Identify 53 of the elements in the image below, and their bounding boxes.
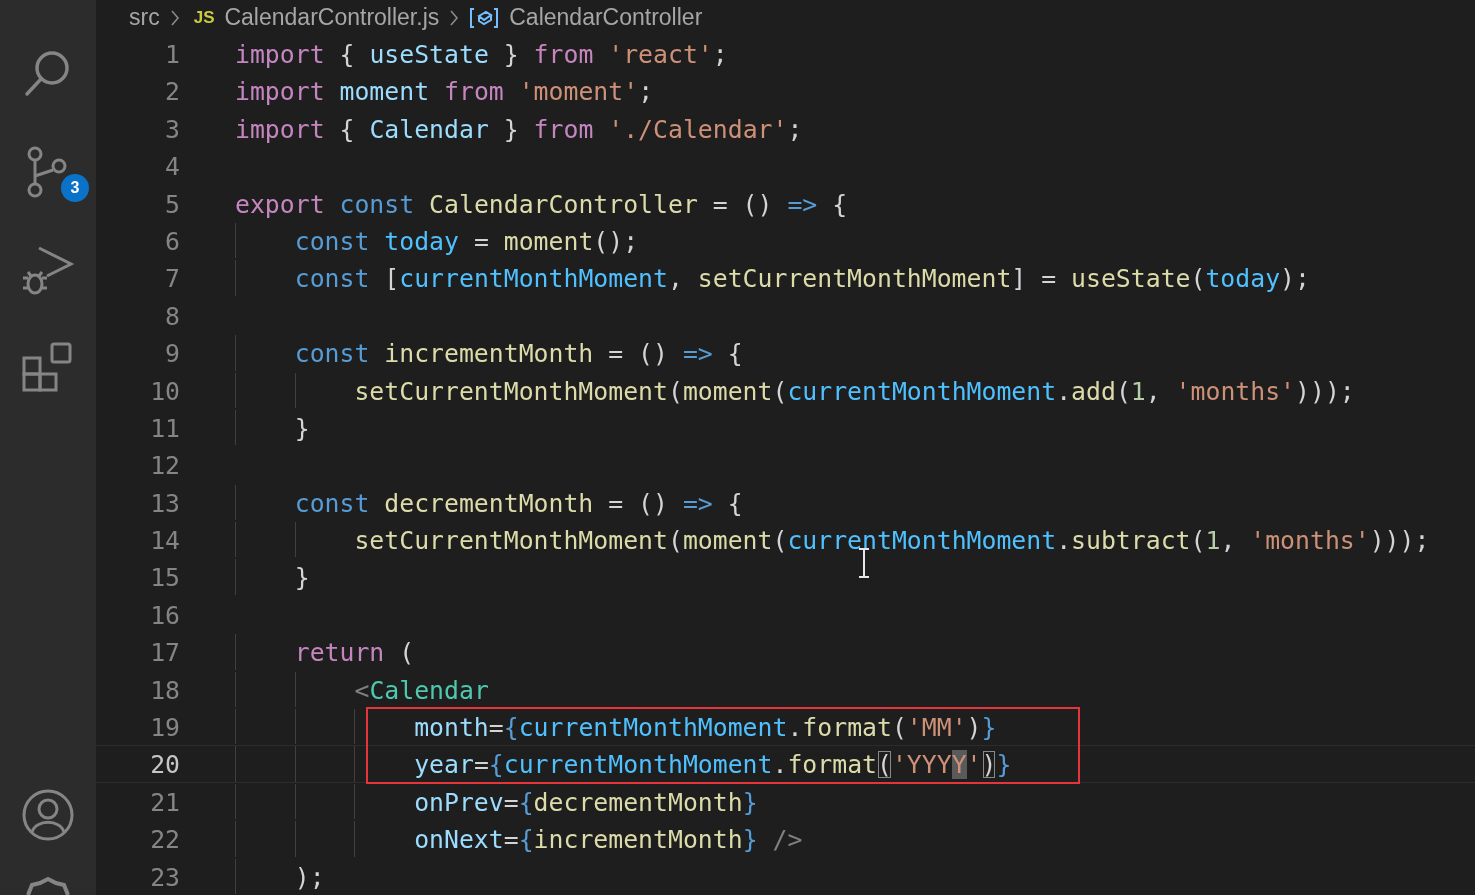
line-number: 7	[164, 263, 180, 296]
line-number: 5	[164, 188, 180, 221]
breadcrumb-item[interactable]: src	[129, 4, 160, 31]
line-number: 13	[149, 487, 180, 520]
line-number: 17	[149, 637, 180, 670]
notification-badge: 3	[61, 174, 89, 202]
code-line: export const CalendarController = () => {	[235, 189, 848, 219]
chevron-icon	[449, 8, 460, 27]
line-number: 21	[149, 786, 180, 819]
line-number: 22	[149, 824, 180, 857]
code-line: return (	[293, 638, 415, 668]
code-line: onPrev={decrementMonth}	[413, 787, 758, 817]
line-number: 9	[164, 338, 180, 371]
code-line: );	[293, 862, 325, 892]
line-number: 12	[149, 450, 180, 483]
code-line: setCurrentMonthMoment(moment(currentMonthMoment.subtract(1, 'months')));	[353, 526, 1430, 556]
line-number: 14	[149, 525, 180, 558]
code-line: import { useState } from 'react';	[235, 40, 728, 69]
code-line: const decrementMonth = () => {	[293, 488, 743, 518]
line-number: 11	[149, 412, 180, 445]
symbol-icon	[469, 6, 500, 29]
line-number: 18	[149, 674, 180, 707]
code-line: <Calendar	[353, 675, 489, 705]
code-line: import { Calendar } from './Calendar';	[235, 114, 803, 144]
line-number: 6	[164, 225, 180, 258]
code-line: setCurrentMonthMoment(moment(currentMonthMoment.add(1, 'months')));	[353, 376, 1355, 406]
line-number: 4	[164, 151, 180, 184]
breadcrumb-item[interactable]: CalendarController.js	[224, 4, 440, 31]
code-line: import moment from 'moment';	[235, 77, 654, 107]
code-line: const incrementMonth = () => {	[293, 339, 743, 369]
extensions-icon[interactable]	[22, 342, 74, 394]
breadcrumb-item[interactable]: CalendarController	[509, 4, 703, 31]
line-number: 10	[149, 375, 180, 408]
code-line: const [currentMonthMoment, setCurrentMonthMoment] = useState(today);	[293, 264, 1310, 294]
line-number: 16	[149, 599, 180, 632]
line-number: 19	[149, 712, 180, 745]
line-number: 2	[164, 76, 180, 109]
code-line: }	[293, 563, 310, 593]
line-number: 23	[149, 861, 180, 894]
account-icon[interactable]	[22, 789, 74, 841]
code-line: }	[293, 413, 310, 443]
line-number: 1	[164, 39, 180, 71]
code-line: const today = moment();	[293, 226, 639, 256]
line-number: 8	[164, 300, 180, 333]
code-line: onNext={incrementMonth} />	[413, 825, 803, 855]
line-number: 15	[149, 562, 180, 595]
code-line: year={currentMonthMoment.format('YYYY')}	[413, 750, 1012, 780]
text-cursor-icon	[858, 548, 870, 578]
line-number: 3	[164, 113, 180, 146]
file-type-label: JS	[193, 7, 215, 28]
chevron-icon	[169, 8, 180, 27]
line-number: 20	[149, 749, 180, 782]
code-line: month={currentMonthMoment.format('MM')}	[413, 713, 997, 743]
